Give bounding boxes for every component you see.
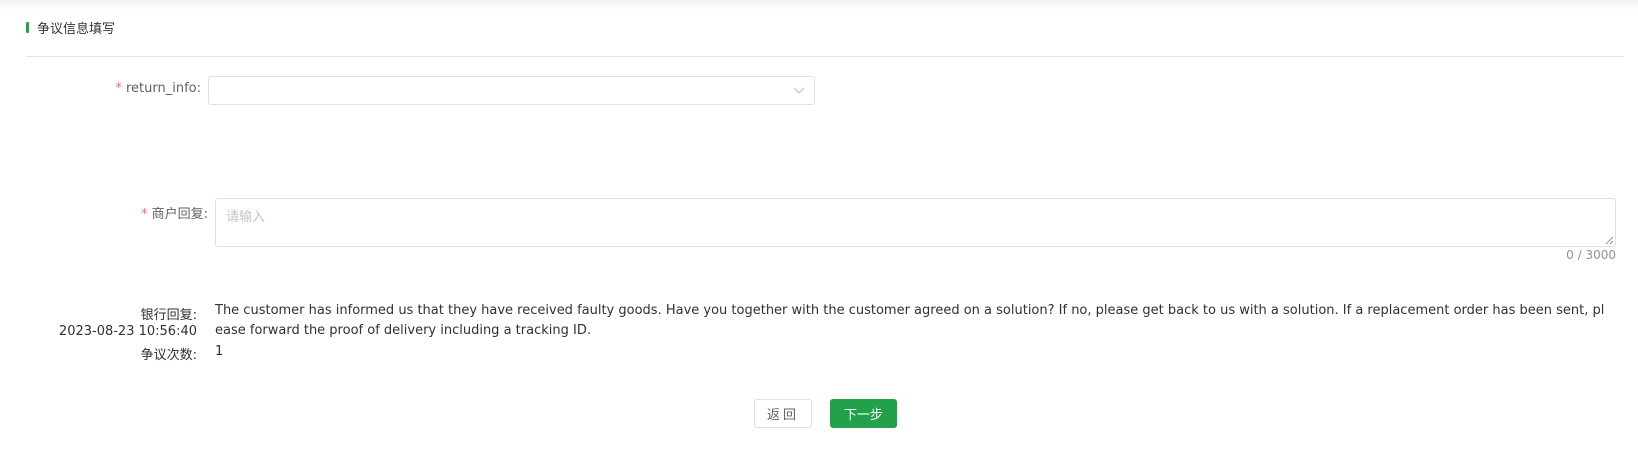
bank-reply-timestamp: 2023-08-23 10:56:40 — [58, 324, 197, 339]
return-info-select[interactable] — [208, 76, 815, 105]
return-info-label-text: return_info: — [125, 81, 201, 96]
section-divider — [26, 56, 1624, 57]
required-asterisk: * — [141, 207, 148, 222]
merchant-reply-textarea[interactable]: 请输入 — [215, 198, 1616, 247]
char-count: 0 / 3000 — [1566, 248, 1616, 262]
merchant-reply-label-text: 商户回复: — [151, 207, 208, 222]
dispute-count-value: 1 — [215, 344, 224, 359]
dispute-count-label: 争议次数: — [140, 348, 197, 363]
section-header: 争议信息填写 — [26, 17, 115, 37]
resize-handle-icon[interactable] — [1605, 236, 1614, 245]
section-title: 争议信息填写 — [37, 21, 116, 37]
merchant-reply-placeholder: 请输入 — [226, 210, 266, 225]
next-button[interactable]: 下一步 — [830, 399, 897, 428]
section-accent-bar — [26, 21, 29, 33]
merchant-reply-label: * 商户回复: — [141, 203, 208, 222]
back-button[interactable]: 返回 — [754, 399, 812, 428]
bank-reply-label: 银行回复: — [140, 308, 197, 323]
bank-reply-text: The customer has informed us that they h… — [215, 303, 1605, 338]
required-asterisk: * — [115, 81, 122, 96]
top-shadow — [0, 0, 1638, 10]
return-info-label: * return_info: — [115, 81, 201, 96]
chevron-down-icon — [793, 87, 805, 94]
